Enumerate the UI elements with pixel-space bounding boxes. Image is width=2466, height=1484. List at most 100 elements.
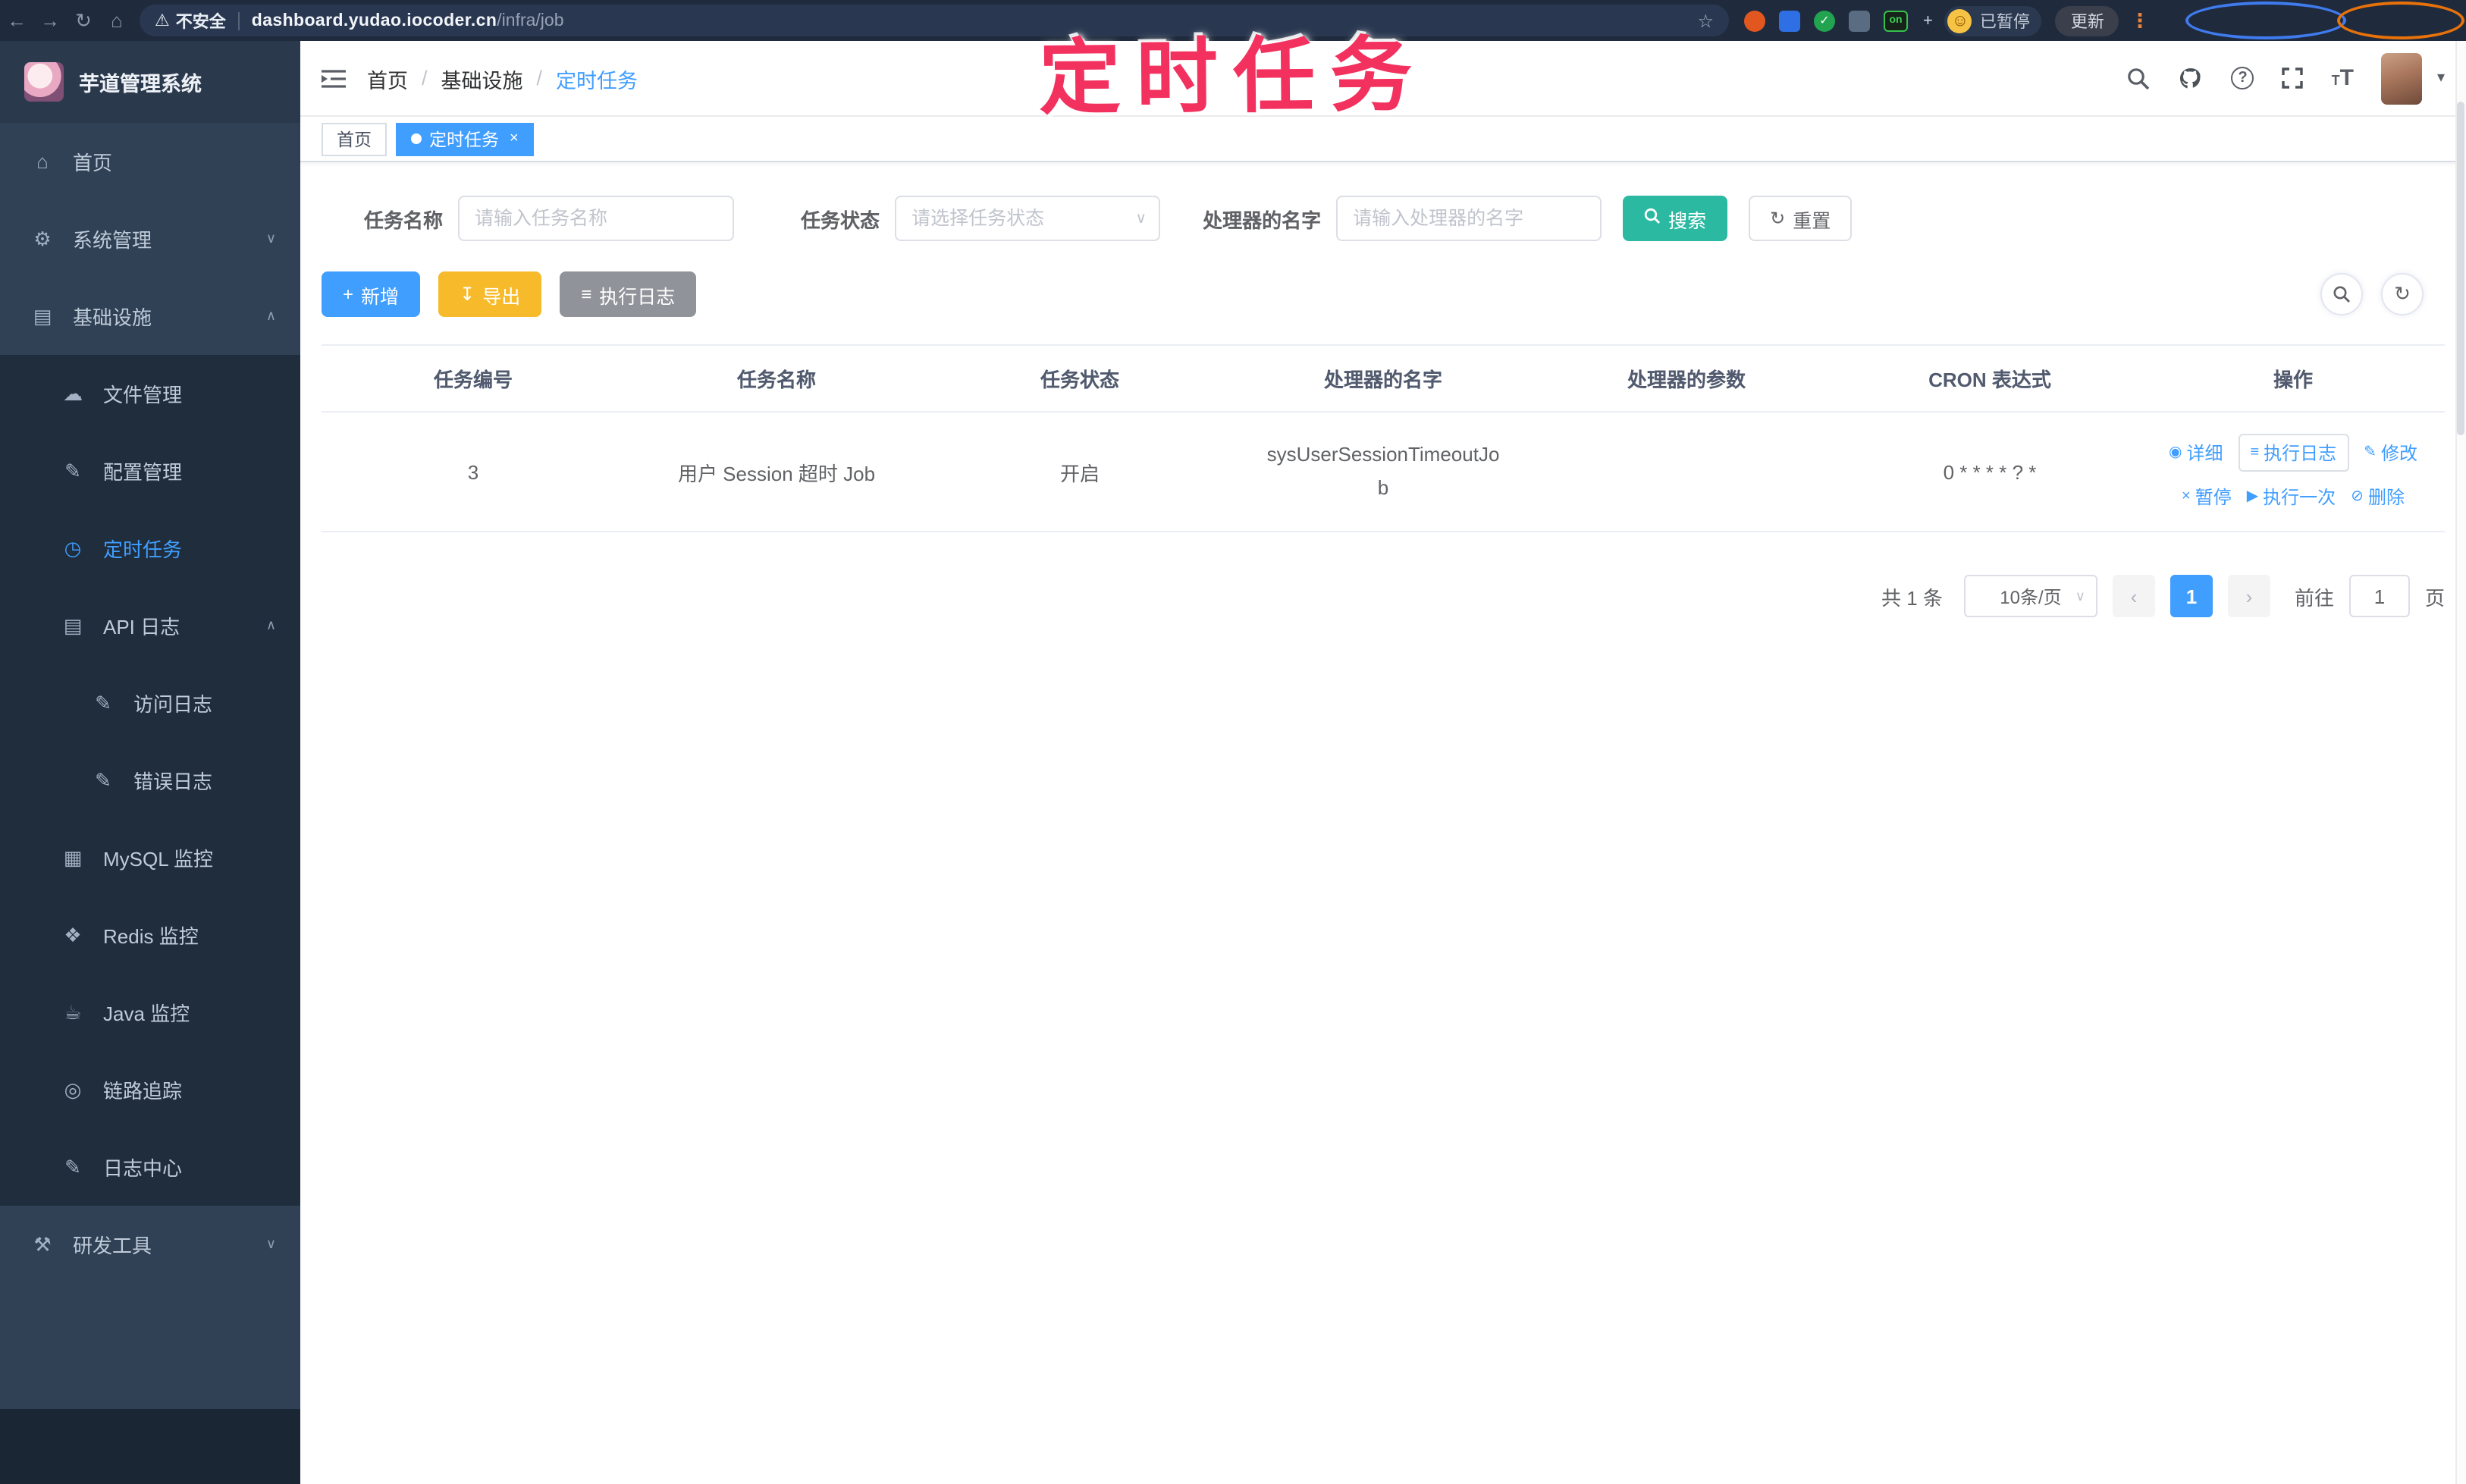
job-name-input[interactable] [458, 196, 735, 241]
job-status-select-input[interactable] [895, 196, 1161, 241]
sidebar-item-label: 基础设施 [73, 306, 152, 329]
goto-label: 前往 [2294, 586, 2334, 609]
job-status-select[interactable]: ∨ [895, 196, 1161, 241]
search-icon [1644, 208, 1661, 229]
page-size-label: 10条/页 [2000, 586, 2062, 607]
extension-green-icon[interactable]: ✓ [1814, 10, 1835, 31]
avatar[interactable] [2380, 52, 2422, 104]
extension-orange-icon[interactable] [1744, 10, 1765, 31]
edit-link[interactable]: ✎ 修改 [2364, 440, 2417, 466]
breadcrumb-current: 定时任务 [556, 69, 638, 92]
scrollbar-thumb[interactable] [2457, 102, 2464, 435]
sidebar-item-system[interactable]: ⚙ 系统管理 ∨ [0, 200, 300, 278]
font-size-icon[interactable]: TT [2332, 67, 2354, 89]
sidebar-fold-icon[interactable] [322, 67, 346, 89]
sidebar-item-log-center[interactable]: ✎ 日志中心 [0, 1128, 300, 1206]
sidebar-item-config-manage[interactable]: ✎ 配置管理 [0, 432, 300, 510]
col-job-status: 任务状态 [928, 344, 1231, 413]
play-icon: ▶ [2246, 488, 2259, 505]
reload-icon[interactable]: ↻ [67, 8, 100, 33]
url-host[interactable]: dashboard.yudao.iocoder.cn [252, 11, 497, 30]
page-size-select[interactable]: 10条/页 ∨ [1963, 575, 2097, 617]
tag-home[interactable]: 首页 [322, 122, 387, 155]
extension-grid-icon[interactable] [1849, 10, 1870, 31]
sidebar-item-label: 日志中心 [103, 1157, 183, 1180]
breadcrumb-home[interactable]: 首页 [367, 63, 408, 93]
sidebar-item-label: MySQL 监控 [103, 848, 213, 871]
job-log-button-label: 执行日志 [599, 286, 676, 307]
sidebar-item-label: 链路追踪 [103, 1080, 183, 1103]
sidebar-item-label: Java 监控 [103, 1002, 190, 1025]
jobs-table: 任务编号 任务名称 任务状态 处理器的名字 处理器的参数 CRON 表达式 操作… [322, 344, 2445, 532]
sidebar-item-api-log[interactable]: ▤ API 日志 ∧ [0, 587, 300, 664]
job-log-button[interactable]: ≡ 执行日志 [560, 271, 697, 317]
log-list-icon: ≡ [581, 284, 592, 305]
prev-page-button[interactable]: ‹ [2112, 575, 2155, 617]
clock-icon: ◷ [64, 536, 82, 559]
sidebar-item-file-manage[interactable]: ☁ 文件管理 [0, 355, 300, 432]
chevron-down-icon: ∨ [265, 1236, 276, 1251]
extension-blue-icon[interactable] [1779, 10, 1800, 31]
row-actions: ◉ 详细 ≡ 执行日志 ✎ 修改 × 暂停 ▶ 执行一次 ⊘ 删除 [2151, 434, 2436, 510]
bookmark-star-icon[interactable]: ☆ [1697, 10, 1714, 31]
sidebar-item-access-log[interactable]: ✎ 访问日志 [0, 664, 300, 742]
sidebar-item-dev-tools[interactable]: ⚒ 研发工具 ∨ [0, 1206, 300, 1283]
search-button[interactable]: 搜索 [1623, 196, 1728, 241]
add-button[interactable]: + 新增 [322, 271, 421, 317]
eye-icon: ◉ [2168, 444, 2182, 461]
caret-down-icon[interactable]: ▾ [2437, 70, 2445, 86]
toggle-search-button[interactable] [2320, 273, 2363, 315]
sidebar-item-label: 访问日志 [133, 693, 213, 716]
detail-link[interactable]: ◉ 详细 [2169, 440, 2223, 466]
address-bar[interactable]: ⚠ 不安全 dashboard.yudao.iocoder.cn /infra/… [140, 5, 1729, 36]
app-logo-row[interactable]: 芋道管理系统 [0, 41, 300, 123]
close-icon[interactable]: × [510, 130, 519, 147]
sidebar-item-scheduled-jobs[interactable]: ◷ 定时任务 [0, 510, 300, 587]
pause-link-label: 暂停 [2195, 487, 2232, 508]
page-number-button[interactable]: 1 [2170, 575, 2213, 617]
col-job-id: 任务编号 [322, 344, 625, 413]
export-button[interactable]: ↧ 导出 [438, 271, 542, 317]
home-browser-icon[interactable]: ⌂ [100, 9, 133, 32]
not-secure-warning[interactable]: ⚠ 不安全 [155, 8, 226, 33]
browser-profile-chip[interactable]: ☺ 已暂停 [1944, 5, 2042, 36]
back-icon[interactable]: ← [0, 9, 33, 32]
sidebar-item-java-monitor[interactable]: ☕ Java 监控 [0, 974, 300, 1051]
extension-on-badge-icon[interactable]: on [1884, 10, 1908, 31]
job-name-label: 任务名称 [364, 209, 444, 231]
search-icon[interactable] [2127, 66, 2151, 90]
cell-job-name: 用户 Session 超时 Job [625, 412, 928, 532]
sidebar-item-infra[interactable]: ▤ 基础设施 ∧ [0, 278, 300, 355]
github-icon[interactable] [2179, 66, 2204, 90]
tag-scheduled-jobs[interactable]: 定时任务 × [396, 122, 534, 155]
next-page-button[interactable]: › [2227, 575, 2270, 617]
sidebar-item-error-log[interactable]: ✎ 错误日志 [0, 742, 300, 819]
handler-name-input[interactable] [1336, 196, 1602, 241]
extensions-puzzle-icon[interactable]: + [1923, 11, 1933, 30]
goto-page-input[interactable] [2348, 575, 2410, 617]
scrollbar[interactable] [2455, 41, 2466, 1484]
delete-link[interactable]: ⊘ 删除 [2351, 484, 2405, 510]
sidebar-item-home[interactable]: ⌂ 首页 [0, 123, 300, 200]
help-icon[interactable]: ? [2231, 67, 2254, 89]
document-icon: ▤ [63, 613, 83, 636]
forward-icon[interactable]: → [33, 9, 67, 32]
run-once-link[interactable]: ▶ 执行一次 [2247, 484, 2336, 510]
sidebar-item-trace[interactable]: ◎ 链路追踪 [0, 1051, 300, 1128]
browser-update-button[interactable]: 更新 [2055, 5, 2119, 36]
breadcrumb-infra[interactable]: 基础设施 [441, 63, 523, 93]
delete-link-label: 删除 [2367, 487, 2405, 508]
refresh-table-button[interactable]: ↻ [2381, 273, 2424, 315]
note-pencil-icon: ✎ [64, 1155, 81, 1178]
top-navbar: 首页 / 基础设施 / 定时任务 ? TT ▾ [300, 41, 2466, 117]
col-handler-param: 处理器的参数 [1535, 344, 1838, 413]
reset-button[interactable]: ↻ 重置 [1749, 196, 1853, 241]
edit-icon: ✎ [64, 459, 81, 482]
pause-link[interactable]: × 暂停 [2182, 484, 2232, 510]
exec-log-link[interactable]: ≡ 执行日志 [2238, 434, 2349, 472]
sidebar-item-label: 系统管理 [73, 229, 152, 252]
sidebar-item-redis-monitor[interactable]: ❖ Redis 监控 [0, 896, 300, 974]
fullscreen-icon[interactable] [2282, 67, 2304, 89]
sidebar-item-mysql-monitor[interactable]: ▦ MySQL 监控 [0, 819, 300, 896]
browser-menu-icon[interactable]: ⋮ [2130, 8, 2150, 33]
